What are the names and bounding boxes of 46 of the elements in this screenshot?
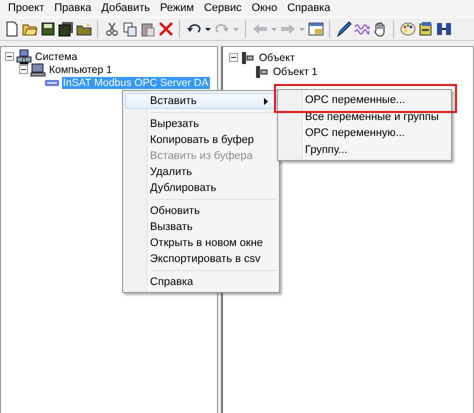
tree-item[interactable]: Объект bbox=[258, 52, 296, 64]
delete-icon[interactable] bbox=[158, 21, 174, 37]
copy-icon[interactable] bbox=[122, 21, 138, 37]
menu-item[interactable]: Экспортировать в csv bbox=[125, 251, 277, 267]
menu-item[interactable]: Справка bbox=[282, 1, 336, 16]
menu-item[interactable]: Обновить bbox=[125, 203, 277, 219]
save-all-icon[interactable] bbox=[58, 21, 74, 37]
tree-item[interactable]: Компьютер 1 bbox=[48, 64, 114, 76]
object-icon bbox=[240, 50, 256, 66]
save-icon[interactable] bbox=[40, 21, 56, 37]
pen-icon[interactable] bbox=[336, 21, 352, 37]
menu-item[interactable]: Режим bbox=[155, 1, 199, 16]
tree-item[interactable]: Система bbox=[34, 50, 78, 62]
menu-item[interactable]: ОРС переменные... bbox=[280, 92, 449, 108]
menu-item[interactable]: Проект bbox=[3, 1, 50, 16]
expander-icon[interactable] bbox=[5, 52, 14, 61]
expander-icon[interactable] bbox=[19, 65, 28, 74]
menu-item[interactable]: Дублировать bbox=[125, 180, 277, 196]
menu-item[interactable]: Вызвать bbox=[125, 219, 277, 235]
menu-item[interactable]: Вставить bbox=[125, 93, 277, 109]
scissors-icon[interactable] bbox=[104, 21, 120, 37]
hand-icon[interactable] bbox=[372, 21, 388, 37]
network-icon bbox=[16, 48, 32, 64]
palette-icon[interactable] bbox=[400, 21, 416, 37]
computer-icon bbox=[30, 62, 46, 78]
menu-item[interactable]: Вырезать bbox=[125, 116, 277, 132]
connector-icon[interactable] bbox=[436, 21, 452, 37]
menu-item[interactable]: Добавить bbox=[96, 1, 156, 16]
menu-item[interactable]: ОРС переменную... bbox=[280, 125, 449, 142]
menu-item[interactable]: Правка bbox=[49, 1, 96, 16]
menu-item[interactable]: Удалить bbox=[125, 164, 277, 180]
menu-item[interactable]: Сервис bbox=[198, 1, 247, 16]
paste-icon[interactable] bbox=[140, 21, 156, 37]
device-icon[interactable] bbox=[418, 21, 434, 37]
menu-item[interactable]: Все переменные и группы bbox=[280, 108, 449, 125]
window-icon[interactable] bbox=[308, 21, 324, 37]
menu-item[interactable]: Открыть в новом окне bbox=[125, 235, 277, 251]
menu-item[interactable]: Копировать в буфер bbox=[125, 132, 277, 148]
new-file-icon[interactable] bbox=[4, 21, 20, 37]
expander-icon[interactable] bbox=[229, 53, 238, 62]
tree-item[interactable]: Объект 1 bbox=[272, 66, 319, 78]
object-icon bbox=[254, 64, 270, 80]
folder-icon[interactable] bbox=[76, 21, 92, 37]
menu-item[interactable]: Окно bbox=[246, 1, 282, 16]
menu-item[interactable]: Группу... bbox=[280, 142, 449, 158]
menu-item[interactable]: Справка bbox=[125, 274, 277, 290]
